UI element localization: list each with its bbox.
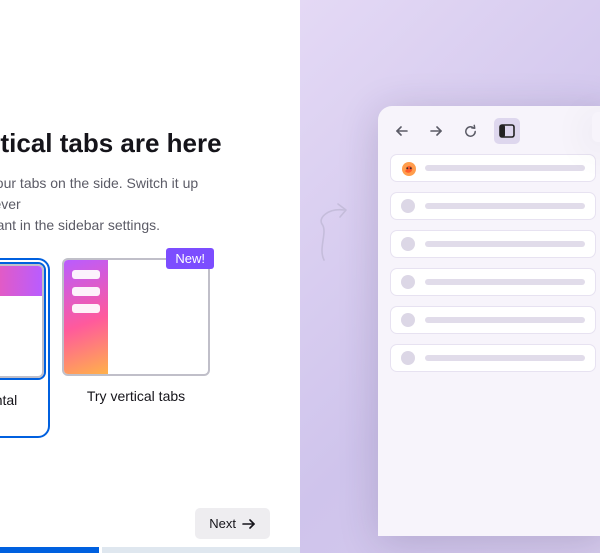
onboarding-left-pane: Vertical tabs are here See your tabs on … — [0, 0, 300, 553]
page-description: See your tabs on the side. Switch it up … — [0, 173, 260, 236]
page-title: Vertical tabs are here — [0, 128, 300, 159]
option-vertical-tabs[interactable]: New! Try vertical tabs — [62, 258, 210, 438]
vertical-preview — [62, 258, 210, 376]
horizontal-preview — [0, 262, 46, 380]
arrow-right-icon — [242, 518, 256, 530]
option-label: Try vertical tabs — [87, 388, 185, 404]
footer: Next — [0, 508, 300, 539]
reload-icon — [460, 121, 480, 141]
tab-row — [390, 230, 596, 258]
secondary-panel-peek — [592, 112, 600, 142]
option-horizontal-tabs[interactable]: Keep horizontal tabs — [0, 258, 50, 438]
tab-row — [390, 344, 596, 372]
option-label: Keep horizontal tabs — [0, 392, 46, 424]
tab-row — [390, 154, 596, 182]
firefox-icon — [401, 161, 415, 175]
vertical-tab-list — [390, 154, 596, 372]
sidebar-icon — [494, 118, 520, 144]
browser-toolbar — [390, 118, 596, 154]
progress-bar — [0, 547, 300, 553]
new-badge: New! — [166, 248, 214, 269]
tab-row — [390, 306, 596, 334]
forward-icon — [426, 121, 446, 141]
layout-options: Keep horizontal tabs New! Try vertical t… — [0, 258, 300, 438]
tab-row — [390, 192, 596, 220]
next-button[interactable]: Next — [195, 508, 270, 539]
browser-preview-window — [378, 106, 600, 536]
tab-row — [390, 268, 596, 296]
back-icon — [392, 121, 412, 141]
